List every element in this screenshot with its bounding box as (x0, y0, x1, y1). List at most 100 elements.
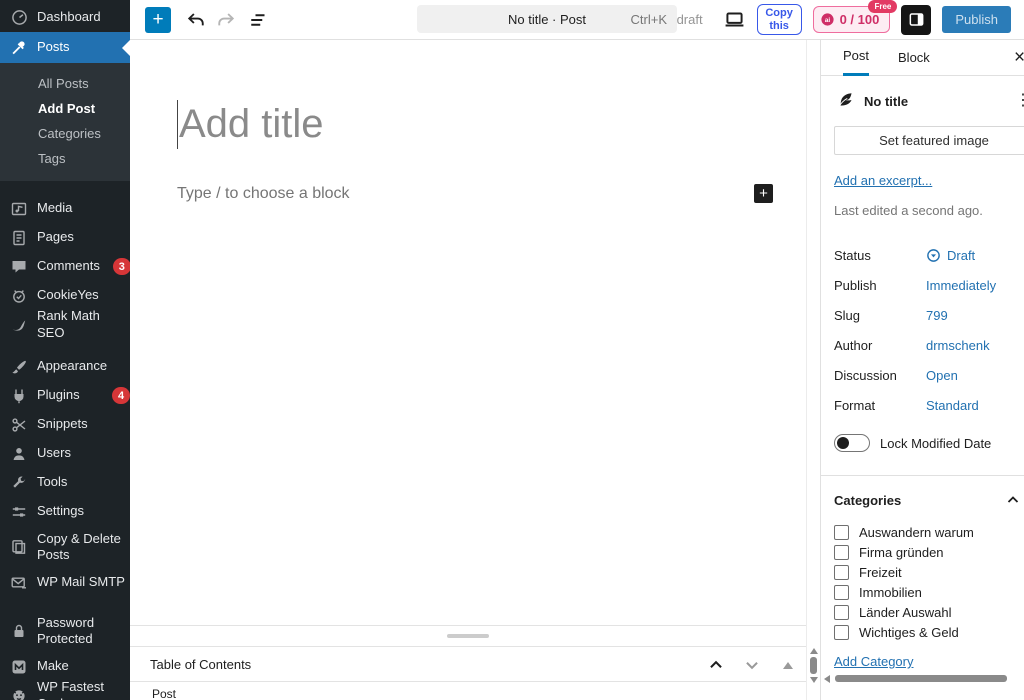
publish-row: Publish Immediately (834, 277, 997, 293)
post-feather-icon (836, 91, 854, 112)
lock-modified-date-toggle[interactable] (834, 434, 870, 452)
block-placeholder-text[interactable]: Type / to choose a block (177, 185, 350, 203)
redo-icon[interactable] (215, 9, 237, 31)
lock-icon (10, 622, 28, 640)
move-up-icon[interactable] (783, 662, 793, 669)
discussion-value[interactable]: Open (926, 368, 958, 383)
last-edited-text: Last edited a second ago. (834, 203, 983, 218)
sidebar-item-make[interactable]: Make (0, 652, 130, 681)
drag-handle[interactable] (447, 634, 489, 638)
title-placeholder: Add title (179, 102, 324, 146)
post-title-input[interactable]: Add title (177, 100, 324, 149)
scroll-down-arrow-icon[interactable] (810, 677, 818, 683)
kebab-menu-icon[interactable]: ⋮ (1015, 90, 1024, 110)
sidebar-item-rank-math[interactable]: Rank Math SEO (0, 308, 130, 340)
submenu-categories[interactable]: Categories (0, 121, 130, 146)
set-featured-image-button[interactable]: Set featured image (834, 126, 1024, 155)
submenu-all-posts[interactable]: All Posts (0, 71, 130, 96)
checkbox (834, 544, 849, 560)
sidebar-item-plugins[interactable]: Plugins 4 (0, 381, 130, 410)
dashboard-icon (10, 9, 28, 27)
svg-text:ai: ai (824, 17, 830, 24)
table-of-contents-metabox: Table of Contents (130, 646, 806, 682)
sidebar-item-posts[interactable]: Posts (0, 32, 130, 63)
vertical-scrollbar-thumb[interactable] (810, 657, 817, 674)
sidebar-item-dashboard[interactable]: Dashboard (0, 0, 130, 32)
author-value[interactable]: drmschenk (926, 338, 990, 353)
panel-divider (821, 475, 1024, 476)
category-option[interactable]: Immobilien (834, 582, 1024, 602)
text-caret (177, 100, 178, 149)
scroll-left-arrow-icon[interactable] (824, 675, 830, 683)
document-title: No title (864, 94, 909, 109)
submenu-tags[interactable]: Tags (0, 146, 130, 171)
editor-topbar: + No title · Post Ctrl+K Save draft Copy… (130, 0, 1024, 40)
category-option[interactable]: Länder Auswahl (834, 602, 1024, 622)
preview-laptop-icon[interactable] (724, 9, 746, 31)
content-ai-score[interactable]: ai 0 / 100 Free (812, 0, 898, 33)
category-option[interactable]: Firma gründen (834, 542, 1024, 562)
sidebar-item-wp-fastest-cache[interactable]: WP Fastest Cache (0, 679, 130, 700)
horizontal-scrollbar[interactable] (821, 674, 1024, 684)
command-bar-title: No title · Post (507, 11, 587, 27)
sidebar-item-comments[interactable]: Comments 3 (0, 252, 130, 281)
toggle-label: Lock Modified Date (880, 435, 992, 451)
sidebar-item-cookieyes[interactable]: CookieYes (0, 281, 130, 310)
sidebar-item-label: Dashboard (37, 9, 101, 25)
category-option[interactable]: Freizeit (834, 562, 1024, 582)
categories-panel-header[interactable]: Categories (834, 492, 1021, 508)
checkbox (834, 524, 849, 540)
format-value[interactable]: Standard (926, 398, 979, 413)
publish-value[interactable]: Immediately (926, 278, 996, 293)
slug-row: Slug 799 (834, 307, 948, 323)
comments-count-badge: 3 (112, 258, 130, 275)
format-row: Format Standard (834, 397, 979, 413)
sidebar-item-tools[interactable]: Tools (0, 468, 130, 497)
settings-panel-toggle[interactable] (901, 4, 932, 35)
envelope-icon (10, 574, 28, 592)
slug-value[interactable]: 799 (926, 308, 948, 323)
tab-post[interactable]: Post (843, 40, 870, 76)
editor-canvas: Add title Type / to choose a block + (130, 40, 806, 625)
sliders-icon (10, 503, 28, 521)
block-inserter-button[interactable]: + (145, 6, 171, 33)
sidebar-item-wp-mail-smtp[interactable]: WP Mail SMTP (0, 568, 130, 597)
document-overview-icon[interactable] (247, 9, 269, 31)
sidebar-item-snippets[interactable]: Snippets (0, 410, 130, 439)
chevron-up-icon[interactable] (707, 656, 725, 674)
document-summary-row: No title ⋮ (821, 76, 1024, 126)
category-option[interactable]: Wichtiges & Geld (834, 622, 1024, 642)
close-icon[interactable]: × (1014, 47, 1024, 69)
add-block-button[interactable]: + (754, 184, 773, 203)
wordpress-editor: Dashboard Posts All Posts Add Post Categ… (0, 0, 1024, 700)
checkbox (834, 604, 849, 620)
user-icon (10, 445, 28, 463)
sidebar-item-media[interactable]: Media (0, 194, 130, 223)
command-bar[interactable]: No title · Post Ctrl+K (417, 5, 677, 33)
free-badge: Free (868, 0, 898, 13)
submenu-add-post[interactable]: Add Post (0, 96, 130, 121)
vertical-scrollbar[interactable] (806, 40, 819, 700)
horizontal-scrollbar-thumb[interactable] (835, 675, 1007, 682)
checkbox (834, 564, 849, 580)
category-option[interactable]: Auswandern warum (834, 522, 1024, 542)
add-category-link[interactable]: Add Category (834, 654, 914, 669)
sidebar-item-appearance[interactable]: Appearance (0, 352, 130, 381)
chevron-down-icon[interactable] (743, 656, 761, 674)
sidebar-item-users[interactable]: Users (0, 439, 130, 468)
sidebar-item-password-protected[interactable]: Password Protected (0, 610, 130, 652)
undo-icon[interactable] (185, 9, 207, 31)
scroll-up-arrow-icon[interactable] (810, 648, 818, 654)
active-menu-arrow (122, 39, 130, 56)
breadcrumb[interactable]: Post (152, 687, 176, 700)
brush-icon (10, 358, 28, 376)
sidebar-item-settings[interactable]: Settings (0, 497, 130, 526)
status-value[interactable]: Draft (926, 248, 975, 263)
tab-block[interactable]: Block (898, 41, 930, 75)
publish-button[interactable]: Publish (942, 6, 1011, 33)
collapse-chevron-icon (1005, 492, 1021, 508)
sidebar-item-pages[interactable]: Pages (0, 223, 130, 252)
sidebar-item-copy-delete-posts[interactable]: Copy & Delete Posts (0, 526, 130, 568)
copy-this-button[interactable]: Copy this (756, 4, 802, 35)
add-excerpt-link[interactable]: Add an excerpt... (834, 173, 932, 188)
